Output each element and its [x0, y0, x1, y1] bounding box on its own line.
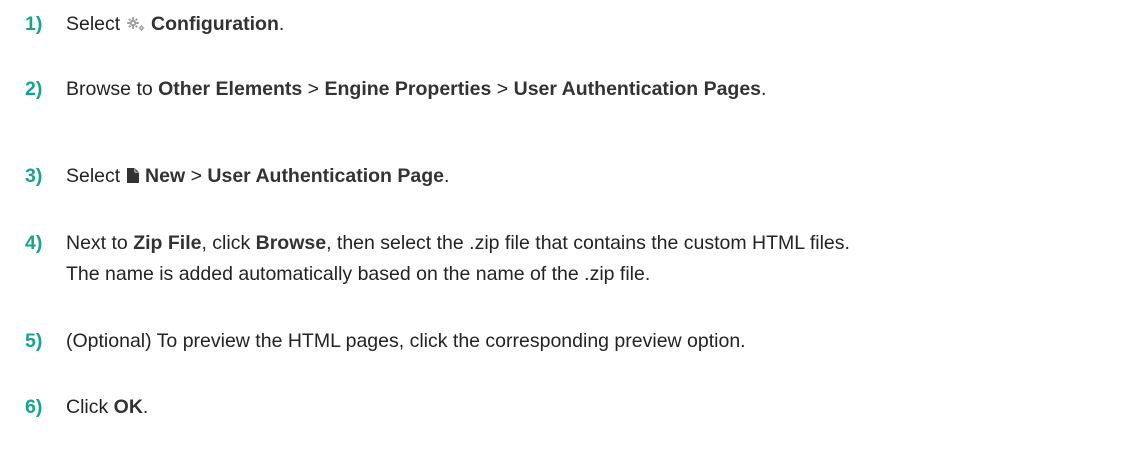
- step-line: Select Configuration.: [66, 9, 1134, 40]
- step-text-run: Next to: [66, 232, 134, 254]
- gear-icon: [126, 16, 146, 32]
- step-text: Select New > User Authentication Page.: [66, 161, 1134, 192]
- step-text-run: >: [302, 78, 325, 100]
- ui-term: User Authentication Pages: [513, 78, 762, 100]
- ui-term: Zip File: [133, 232, 202, 254]
- ui-term: Other Elements: [158, 78, 303, 100]
- step-text: Next to Zip File, click Browse, then sel…: [66, 228, 1134, 290]
- step-line: Browse to Other Elements > Engine Proper…: [66, 74, 1134, 105]
- step-text-run: The name is added automatically based on…: [66, 263, 651, 285]
- step-text: Click OK.: [66, 392, 1134, 423]
- step-text-run: Select: [66, 165, 126, 187]
- step-number: 5): [25, 330, 43, 352]
- step-line: (Optional) To preview the HTML pages, cl…: [66, 326, 1134, 357]
- step-number: 4): [25, 232, 43, 254]
- step-text: Browse to Other Elements > Engine Proper…: [66, 74, 1134, 105]
- step-number: 2): [25, 78, 43, 100]
- step-text-run: Click: [66, 396, 114, 418]
- step-text: Select Configuration.: [66, 9, 1134, 40]
- step-text-run: .: [142, 396, 149, 418]
- step-line: The name is added automatically based on…: [66, 259, 1134, 290]
- ui-term: Browse: [255, 232, 327, 254]
- step-number: 3): [25, 165, 43, 187]
- step-text-run: .: [278, 13, 285, 35]
- ui-term: Engine Properties: [324, 78, 492, 100]
- ui-term: OK: [113, 396, 143, 418]
- step-text-run: .: [443, 165, 450, 187]
- ui-term: User Authentication Page: [207, 165, 444, 187]
- step-text-run: , then select the .zip file that contain…: [326, 232, 850, 254]
- step-text-run: , click: [201, 232, 256, 254]
- step-line: Click OK.: [66, 392, 1134, 423]
- step-text-run: Select: [66, 13, 126, 35]
- step-text-run: >: [185, 165, 208, 187]
- step-text-run: (Optional) To preview the HTML pages, cl…: [66, 330, 746, 352]
- step-text-run: Browse to: [66, 78, 159, 100]
- step-number: 6): [25, 396, 43, 418]
- new-document-icon: [126, 167, 140, 184]
- step-number: 1): [25, 13, 43, 35]
- step-line: Next to Zip File, click Browse, then sel…: [66, 228, 1134, 259]
- step-text-run: .: [761, 78, 767, 100]
- step-text-run: >: [491, 78, 514, 100]
- ui-term: New: [145, 165, 186, 187]
- step-line: Select New > User Authentication Page.: [66, 161, 1134, 192]
- step-text: (Optional) To preview the HTML pages, cl…: [66, 326, 1134, 357]
- procedure-steps: 1) Select Configuration. 2) Browse to Other…: [0, 0, 1138, 454]
- ui-term: Configuration: [151, 13, 279, 35]
